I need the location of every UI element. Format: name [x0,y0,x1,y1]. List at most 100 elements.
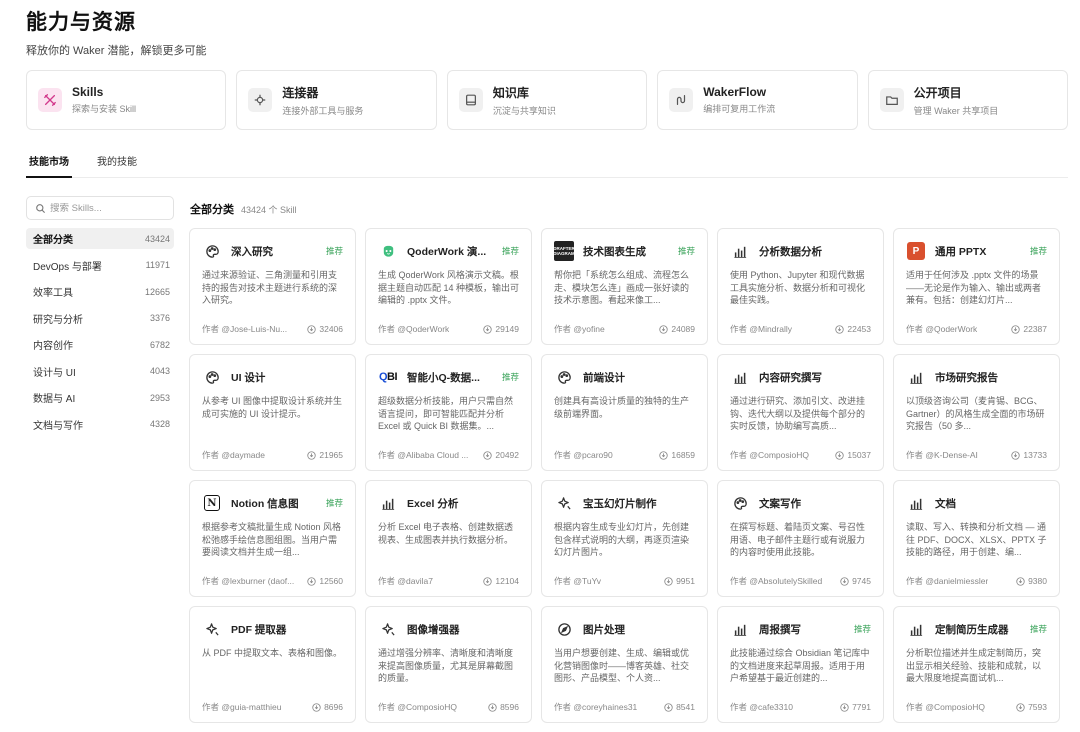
download-count: 22453 [835,323,871,335]
skill-card[interactable]: P 通用 PPTX 推荐 适用于任何涉及 .pptx 文件的场景——无论是作为输入、输… [893,228,1060,345]
download-count: 20492 [483,449,519,461]
download-icon [483,576,493,586]
skill-card[interactable]: PDF 提取器从 PDF 中提取文本、表格和图像。 作者 @guia-matthi… [189,606,356,723]
skill-desc: 从参考 UI 图像中提取设计系统并生成可实施的 UI 设计提示。 [202,396,343,419]
skill-grid: 深入研究 推荐 通过来源验证、三角测量和引用支持的报告对技术主题进行系统的深入研究。… [189,228,1060,723]
category-item[interactable]: 设计与 UI 4043 [26,361,174,382]
skill-card[interactable]: Excel 分析 分析 Excel 电子表格、创建数据透视表、生成图表并执行数据分… [365,480,532,597]
skill-card[interactable]: 图片处理 当用户想要创建、生成、编辑或优化营销图像时——博客英雄、社交图形、产品模… [541,606,708,723]
tools-icon [38,88,62,112]
category-item[interactable]: 研究与分析 3376 [26,308,174,329]
skill-card[interactable]: DRAFTER DIAGRAM 技术图表生成 推荐 帮你把「系统怎么组成、流程怎么走、… [541,228,708,345]
download-icon [664,702,673,712]
skill-card[interactable]: 周报撰写 推荐 此技能通过综合 Obsidian 笔记库中的文档进度来起草周报。适用… [717,606,884,723]
category-label: 效率工具 [33,288,73,299]
capability-knowledge[interactable]: 知识库 沉淀与共享知识 [446,70,648,130]
category-count: 2953 [149,392,170,403]
download-count: 9380 [1016,575,1047,587]
skill-card[interactable]: 内容研究撰写 通过进行研究、添加引文、改进挂钩、迭代大纲以及提供每个部分的实时反馈… [717,354,884,471]
skill-title: 内容研究撰写 [759,371,822,384]
skill-desc: 此技能通过综合 Obsidian 笔记库中的文档进度来起草周报。适用于用户希望基… [730,648,870,683]
palette-icon [733,496,747,510]
skill-title: 定制简历生成器 [935,623,1009,636]
download-count: 9745 [840,575,871,587]
download-value: 9745 [852,576,871,586]
capability-desc: 连接外部工具与服务 [282,105,364,116]
download-count: 32406 [307,323,343,335]
skill-desc: 超级数据分析技能，用户只需自然语言提问，即可智能匹配并分析 Excel 或 Qu… [378,396,514,431]
skill-card[interactable]: 深入研究 推荐 通过来源验证、三角测量和引用支持的报告对技术主题进行系统的深入研究。… [189,228,356,345]
palette-icon [205,370,219,384]
qbi-icon: QBI [378,371,398,383]
bar-chart-icon [909,624,922,636]
download-icon [483,324,493,334]
download-icon [1011,450,1021,460]
skill-card[interactable]: 文案写作 在撰写标题、着陆页文案、号召性用语、电子邮件主题行或有说服力的内容时使用… [717,480,884,597]
search-box[interactable] [26,196,174,220]
skill-author: 作者 @Mindrally [730,324,792,334]
download-value: 8696 [324,702,343,712]
category-count: 3376 [149,313,170,323]
category-item[interactable]: 内容创作 6782 [26,334,174,355]
skill-title: 图像增强器 [407,623,460,636]
bar-chart-icon [733,246,746,258]
capability-connectors[interactable]: 连接器 连接外部工具与服务 [236,70,437,130]
skill-card[interactable]: UI 设计 从参考 UI 图像中提取设计系统并生成可实施的 UI 设计提示。 作者 … [189,354,356,471]
download-value: 24089 [671,324,695,334]
category-label: 内容创作 [33,341,73,352]
skill-author: 作者 @daymade [202,450,265,460]
download-count: 8541 [664,701,695,713]
download-value: 29149 [495,324,519,334]
category-label: 全部分类 [33,235,73,246]
download-value: 20492 [495,450,519,460]
skill-card[interactable]: 图像增强器通过增强分辨率、清晰度和清晰度来提高图像质量，尤其是屏幕截图的质量。作… [365,606,532,723]
skill-author: 作者 @ComposioHQ [730,450,810,460]
category-item[interactable]: 文档与写作 4328 [26,414,174,435]
download-count: 9951 [664,575,695,587]
skill-card[interactable]: QoderWork 演... 推荐 生成 QoderWork 风格演示文稿。根据主题… [365,228,532,345]
download-icon [1016,702,1025,712]
skill-card[interactable]: 市场研究报告 以顶级咨询公司（麦肯锡、BCG、Gartner）的风格生成全面的市场… [893,354,1060,471]
search-input[interactable] [50,202,160,214]
download-count: 13733 [1011,449,1047,461]
download-value: 8541 [676,702,695,712]
skill-desc: 通过增强分辨率、清晰度和清晰度来提高图像质量，尤其是屏幕截图的质量。 [378,648,514,683]
download-icon [488,702,497,712]
category-label: 数据与 AI [33,394,76,405]
skill-author: 作者 @ComposioHQ [378,702,458,712]
skill-card[interactable]: QBI 智能小Q-数据... 推荐 超级数据分析技能，用户只需自然语言提问，即可智能匹… [365,354,532,471]
capability-public-projects[interactable]: 公开项目 管理 Waker 共享项目 [867,70,1069,130]
notion-icon: N [204,495,220,511]
category-item[interactable]: 全部分类 43424 [26,228,174,249]
skill-card[interactable]: 文档 读取、写入、转换和分析文档 — 通往 PDF、DOCX、XLSX、PPTX … [893,480,1060,597]
download-value: 32406 [319,324,343,334]
folder-icon [879,88,904,112]
skill-card[interactable]: N Notion 信息图 推荐 根据参考文稿批量生成 Notion 风格松弛感手绘信息… [189,480,356,597]
skill-author: 作者 @QoderWork [906,324,978,334]
bar-chart-icon [733,372,746,384]
skill-author: 作者 @danielmiessler [906,576,989,586]
capability-desc: 编排可复用工作流 [703,104,776,114]
category-item[interactable]: 效率工具 12665 [26,281,174,302]
category-item[interactable]: 数据与 AI 2953 [26,387,174,408]
category-item[interactable]: DevOps 与部署 11971 [26,255,174,276]
download-value: 16859 [671,450,695,460]
skill-card[interactable]: 定制简历生成器 推荐 分析职位描述并生成定制简历，突出显示相关经验、技能和成就，以最… [893,606,1060,723]
download-value: 22387 [1023,324,1047,334]
skill-card[interactable]: 宝玉幻灯片制作 根据内容生成专业幻灯片，先创建包含样式说明的大纲，再逐页渲染幻灯片… [541,480,708,597]
download-count: 24089 [659,323,695,335]
capability-wakerflow[interactable]: WakerFlow 编排可复用工作流 [657,70,858,130]
capability-skills[interactable]: Skills 探索与安装 Skill [26,70,227,130]
category-count: 4043 [149,366,170,376]
download-count: 22387 [1011,323,1047,335]
skill-card[interactable]: 分析数据分析 使用 Python、Jupyter 和现代数据工具实施分析、数据分析… [717,228,884,345]
download-icon [840,576,849,586]
skill-author: 作者 @coreyhaines31 [554,702,638,712]
download-value: 21965 [319,450,343,460]
category-list: 全部分类 43424 DevOps 与部署 11971 效率工具 12665 研究与分析 33… [26,228,174,440]
skill-card[interactable]: 前端设计 创建具有高设计质量的独特的生产级前端界面。 作者 @pcaro90 1685… [541,354,708,471]
download-value: 8596 [500,702,519,712]
tab-my-skills[interactable]: 我的技能 [94,148,140,178]
recommended-badge: 推荐 [325,246,343,256]
tab-skill-market[interactable]: 技能市场 [26,148,72,178]
